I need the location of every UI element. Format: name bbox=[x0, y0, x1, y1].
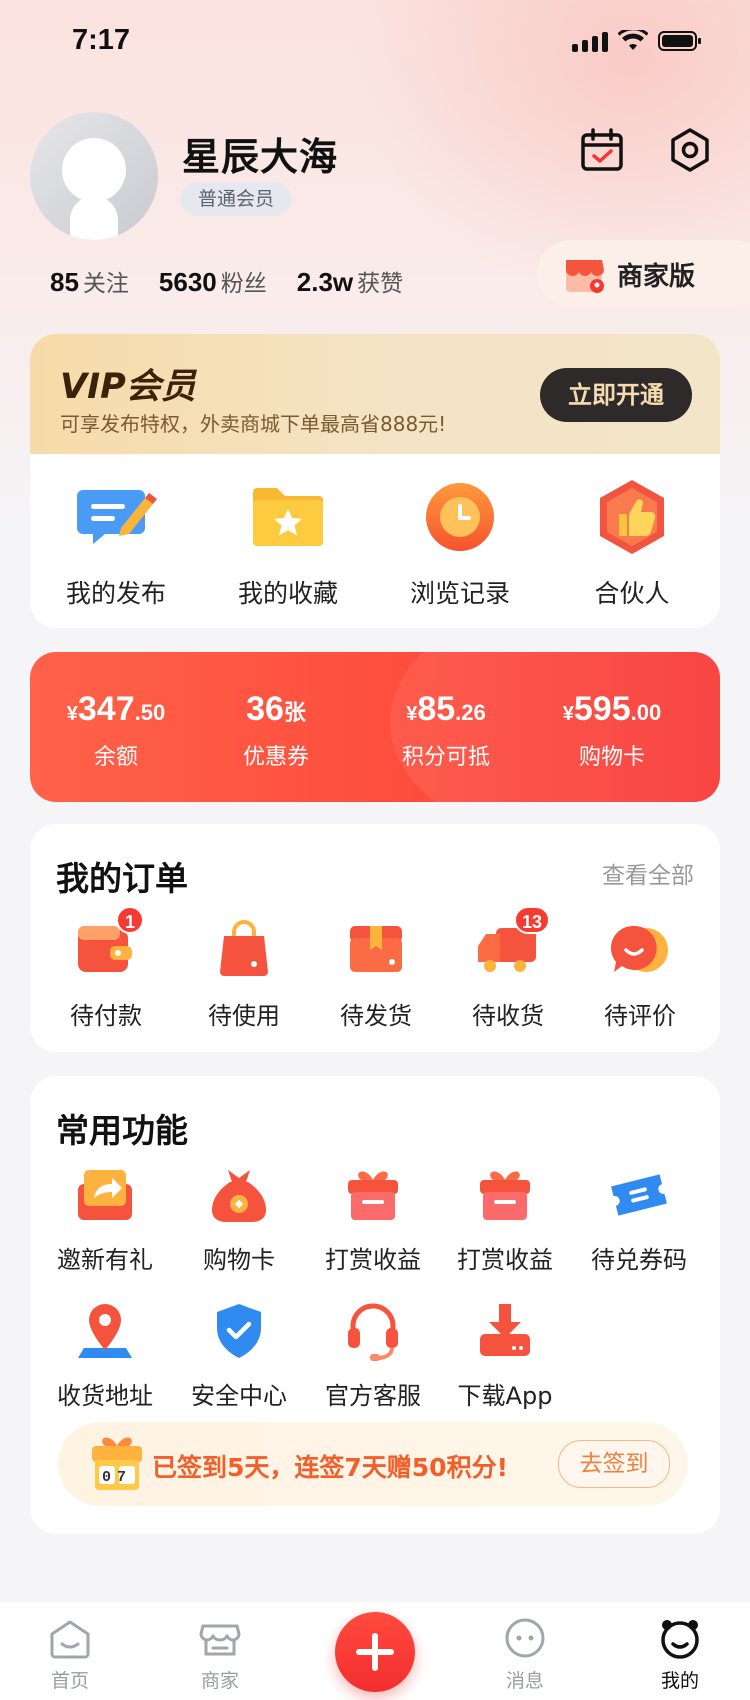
delivery-truck-icon: 13 bbox=[474, 906, 551, 978]
orders-view-all[interactable]: 查看全部 bbox=[602, 856, 694, 890]
store-icon bbox=[566, 260, 604, 293]
calendar-check-icon[interactable] bbox=[578, 126, 626, 174]
order-to-receive[interactable]: 13 待收货 bbox=[448, 906, 568, 1031]
tool-invite[interactable]: 邀新有礼 bbox=[38, 1164, 172, 1275]
tool-address[interactable]: 收货地址 bbox=[38, 1300, 172, 1411]
gift-box-icon bbox=[342, 1164, 404, 1226]
order-to-review[interactable]: 待评价 bbox=[580, 920, 700, 1031]
wallet-card: ¥347.50 余额 36张 优惠券 ¥85.26 积分可抵 ¥595.00 购… bbox=[30, 652, 720, 802]
tab-home[interactable]: 首页 bbox=[20, 1616, 120, 1693]
tool-shopping-card[interactable]: 购物卡 bbox=[172, 1164, 306, 1275]
profile-stats: 85 关注 5630 粉丝 2.3w 获赞 bbox=[50, 264, 403, 298]
tool-redeem-code[interactable]: 待兑券码 bbox=[572, 1164, 706, 1275]
edit-message-icon bbox=[75, 476, 157, 558]
stat-following[interactable]: 85 关注 bbox=[50, 264, 129, 298]
message-icon bbox=[505, 1618, 545, 1658]
status-icons bbox=[572, 30, 702, 52]
store-icon bbox=[199, 1624, 241, 1656]
wallet-shopping-card[interactable]: ¥595.00 购物卡 bbox=[526, 690, 698, 771]
vip-banner[interactable]: VIP会员 可享发布特权，外卖商城下单最高省888元! 立即开通 bbox=[30, 334, 720, 454]
status-bar: 7:17 bbox=[0, 0, 750, 88]
tab-merchant[interactable]: 商家 bbox=[170, 1616, 270, 1693]
order-pending-payment[interactable]: 1 待付款 bbox=[46, 906, 166, 1031]
home-icon bbox=[50, 1620, 90, 1659]
comment-icon bbox=[606, 920, 674, 978]
publish-plus-button[interactable] bbox=[335, 1612, 415, 1692]
vip-subtitle: 可享发布特权，外卖商城下单最高省888元! bbox=[60, 412, 447, 436]
wifi-icon bbox=[618, 30, 648, 50]
checkin-day-counter: 07 bbox=[101, 1469, 132, 1486]
location-pin-icon bbox=[74, 1300, 136, 1362]
tool-download-app[interactable]: 下载App bbox=[438, 1300, 572, 1411]
battery-icon bbox=[658, 31, 701, 51]
vip-title: VIP会员 bbox=[60, 367, 196, 407]
profile-face-icon bbox=[661, 1620, 699, 1659]
order-badge: 13 bbox=[514, 906, 551, 934]
quick-link-partner[interactable]: 合伙人 bbox=[546, 476, 718, 610]
avatar[interactable] bbox=[30, 112, 158, 240]
share-gift-icon bbox=[74, 1164, 136, 1226]
stat-followers[interactable]: 5630 粉丝 bbox=[159, 264, 267, 298]
gift-box-icon bbox=[474, 1164, 536, 1226]
headset-icon bbox=[342, 1300, 404, 1362]
checkin-gift-icon: 07 bbox=[88, 1432, 146, 1494]
signal-icon bbox=[572, 32, 608, 52]
checkin-button[interactable]: 去签到 bbox=[558, 1440, 670, 1488]
common-functions-card: 常用功能 邀新有礼 购物卡 打赏收益 打赏收益 待兑券码 收货地址 安全中心 官… bbox=[30, 1076, 720, 1534]
checkin-text: 已签到5天，连签7天赠50积分! bbox=[152, 1453, 508, 1482]
orders-title: 我的订单 bbox=[56, 859, 188, 898]
member-level-badge: 普通会员 bbox=[180, 182, 293, 216]
wallet-points[interactable]: ¥85.26 积分可抵 bbox=[360, 690, 532, 771]
quick-link-posts[interactable]: 我的发布 bbox=[30, 476, 202, 610]
wallet-balance[interactable]: ¥347.50 余额 bbox=[30, 690, 202, 771]
tool-security-center[interactable]: 安全中心 bbox=[172, 1300, 306, 1411]
quick-link-history[interactable]: 浏览记录 bbox=[374, 476, 546, 610]
tools-title: 常用功能 bbox=[56, 1111, 188, 1150]
download-icon bbox=[474, 1300, 536, 1362]
shopping-bag-icon bbox=[210, 920, 278, 978]
tool-reward-income[interactable]: 打赏收益 bbox=[306, 1164, 440, 1275]
tool-customer-service[interactable]: 官方客服 bbox=[306, 1300, 440, 1411]
order-badge: 1 bbox=[116, 906, 144, 934]
merchant-version-label: 商家版 bbox=[617, 262, 696, 292]
vip-card: VIP会员 可享发布特权，外卖商城下单最高省888元! 立即开通 我的发布 我的… bbox=[30, 334, 720, 628]
tab-messages[interactable]: 消息 bbox=[475, 1616, 575, 1693]
status-time: 7:17 bbox=[72, 24, 131, 56]
clock-icon bbox=[419, 476, 501, 558]
ticket-icon bbox=[608, 1164, 670, 1226]
order-to-ship[interactable]: 待发货 bbox=[316, 920, 436, 1031]
quick-link-favorites[interactable]: 我的收藏 bbox=[202, 476, 374, 610]
star-folder-icon bbox=[247, 476, 329, 558]
thumbs-up-icon bbox=[591, 476, 673, 558]
order-to-use[interactable]: 待使用 bbox=[184, 920, 304, 1031]
checkin-banner[interactable]: 07 已签到5天，连签7天赠50积分! 去签到 bbox=[58, 1422, 688, 1506]
stat-likes[interactable]: 2.3w 获赞 bbox=[297, 264, 403, 298]
tool-reward-income-2[interactable]: 打赏收益 bbox=[438, 1164, 572, 1275]
wallet-coupons[interactable]: 36张 优惠券 bbox=[190, 690, 362, 771]
merchant-version-button[interactable]: 商家版 bbox=[537, 240, 750, 306]
package-box-icon bbox=[342, 920, 410, 978]
orders-card: 我的订单 查看全部 1 待付款 待使用 待发货 13 待收货 待评价 bbox=[30, 824, 720, 1052]
plus-icon bbox=[356, 1633, 394, 1671]
wallet-icon: 1 bbox=[72, 906, 144, 978]
user-name[interactable]: 星辰大海 bbox=[182, 126, 338, 181]
settings-icon[interactable] bbox=[666, 126, 714, 174]
vip-open-button[interactable]: 立即开通 bbox=[540, 368, 692, 422]
money-bag-icon bbox=[208, 1164, 270, 1226]
tab-profile[interactable]: 我的 bbox=[630, 1616, 730, 1693]
shield-check-icon bbox=[208, 1300, 270, 1362]
